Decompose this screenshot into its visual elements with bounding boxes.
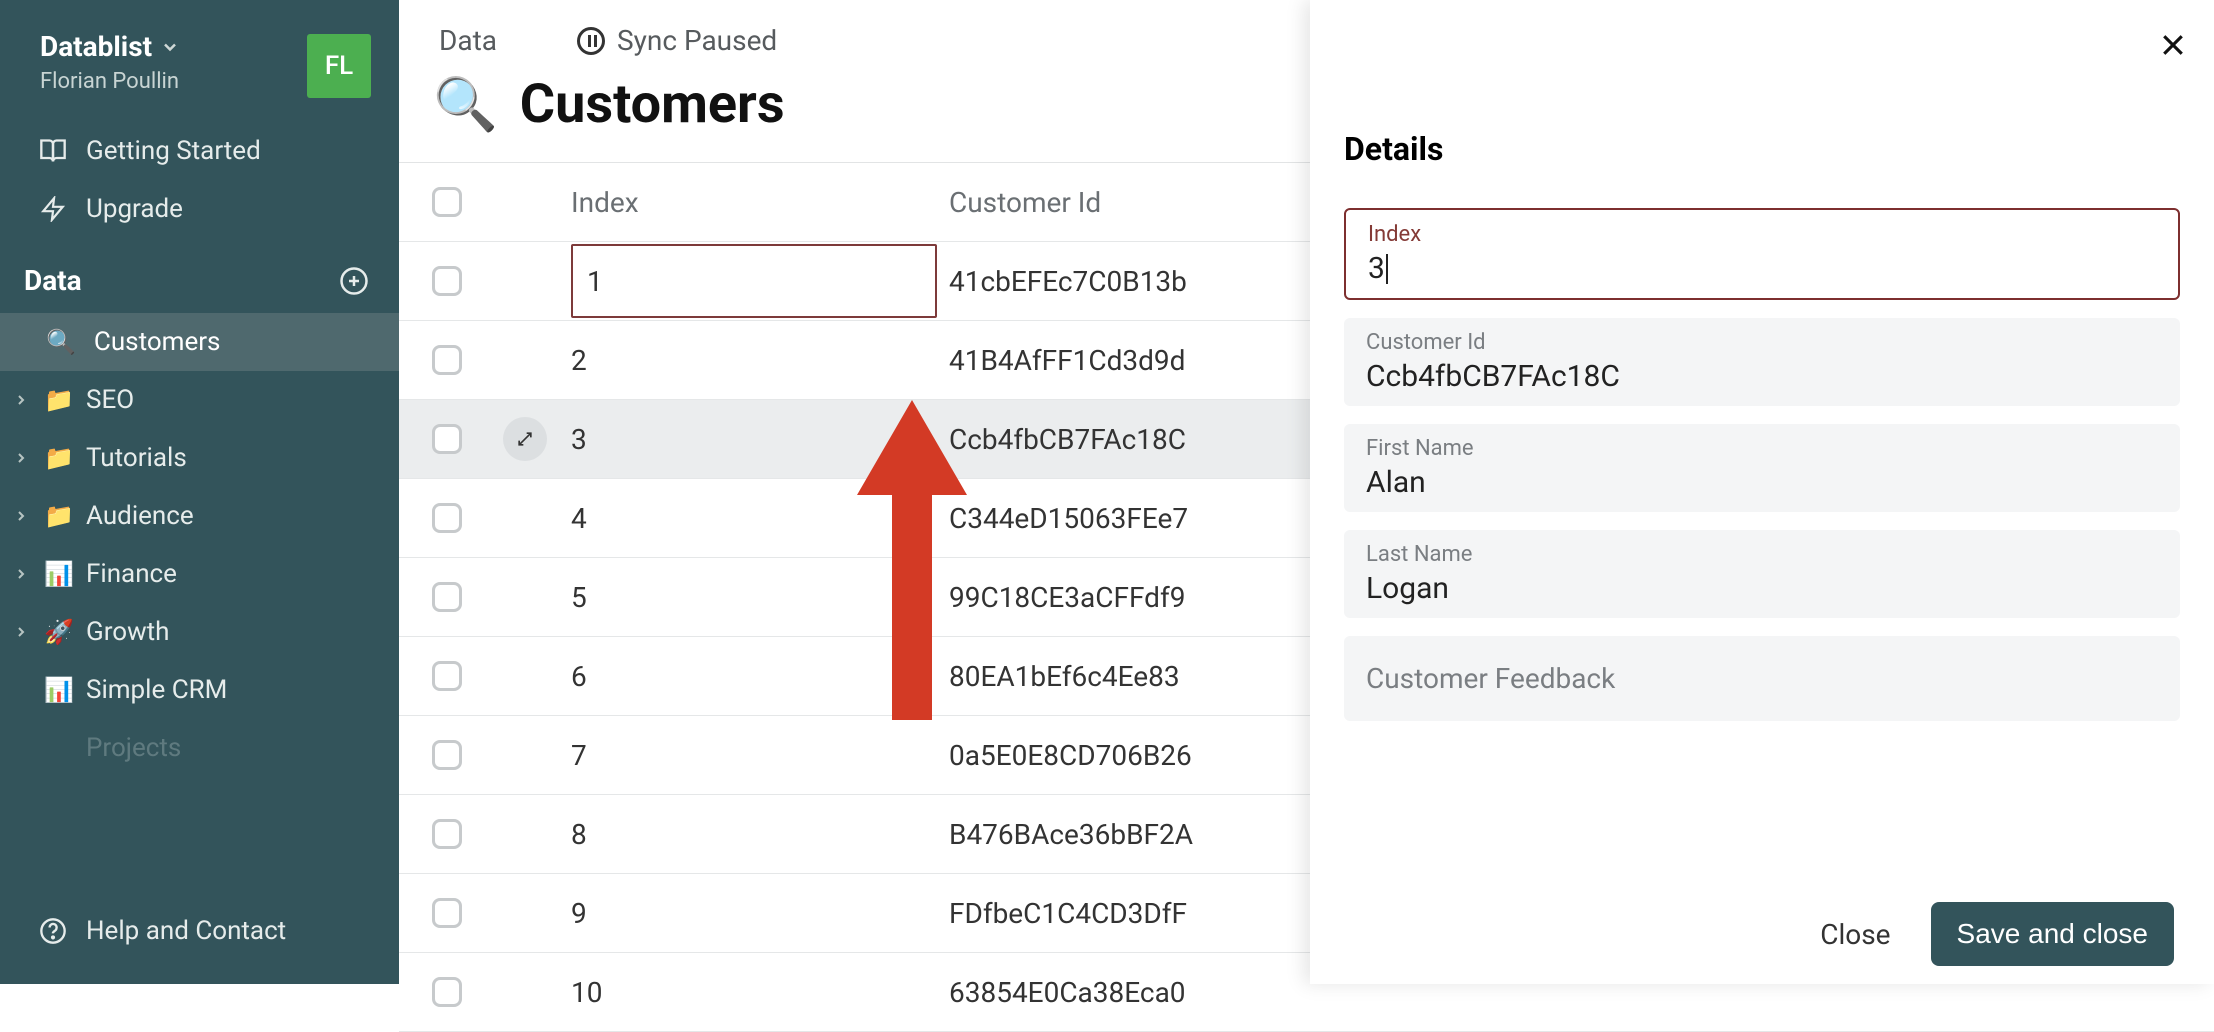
row-checkbox[interactable] bbox=[432, 661, 462, 691]
field-label: Index bbox=[1368, 222, 2156, 247]
sidebar-section-data: Data bbox=[0, 238, 399, 313]
folder-icon: 📁 bbox=[42, 444, 76, 472]
field-customer-feedback[interactable]: Customer Feedback bbox=[1344, 636, 2180, 721]
sidebar-item-label: Getting Started bbox=[86, 136, 261, 166]
folder-icon: 📊 bbox=[42, 560, 76, 588]
sidebar-item-label: Upgrade bbox=[86, 194, 183, 224]
field-last-name[interactable]: Last Name Logan bbox=[1344, 530, 2180, 618]
chevron-right-icon bbox=[10, 624, 32, 640]
sidebar-item-label: Customers bbox=[94, 327, 221, 357]
field-first-name[interactable]: First Name Alan bbox=[1344, 424, 2180, 512]
folder-icon: 📁 bbox=[42, 502, 76, 530]
page-title: Customers bbox=[520, 73, 785, 136]
page-emoji-icon: 🔍 bbox=[433, 74, 498, 135]
cell-index[interactable]: 5 bbox=[555, 581, 937, 614]
cell-index[interactable]: 9 bbox=[555, 897, 937, 930]
chevron-down-icon bbox=[160, 37, 180, 57]
select-all-checkbox[interactable] bbox=[432, 187, 462, 217]
save-and-close-button[interactable]: Save and close bbox=[1931, 902, 2174, 966]
field-index[interactable]: Index 3 bbox=[1344, 208, 2180, 300]
details-heading: Details bbox=[1344, 130, 2180, 168]
sidebar-folder-item[interactable]: 📁 Tutorials bbox=[0, 429, 399, 487]
row-checkbox[interactable] bbox=[432, 266, 462, 296]
field-placeholder: Customer Feedback bbox=[1366, 648, 2158, 709]
cell-index[interactable]: 8 bbox=[555, 818, 937, 851]
row-checkbox[interactable] bbox=[432, 424, 462, 454]
user-name: Florian Poullin bbox=[40, 69, 180, 94]
row-checkbox[interactable] bbox=[432, 898, 462, 928]
text-caret-icon bbox=[1386, 254, 1388, 284]
cell-index[interactable]: 4 bbox=[555, 502, 937, 535]
chevron-right-icon bbox=[10, 392, 32, 408]
row-checkbox[interactable] bbox=[432, 977, 462, 1007]
cell-index[interactable]: 7 bbox=[555, 739, 937, 772]
sidebar-folder-item[interactable]: 📊 Finance bbox=[0, 545, 399, 603]
sidebar-item-simple-crm[interactable]: 📊 Simple CRM bbox=[0, 661, 399, 719]
folder-icon: 🚀 bbox=[42, 618, 76, 646]
field-value: Logan bbox=[1366, 571, 2158, 606]
sidebar-item-label: Projects bbox=[86, 733, 181, 763]
sync-label: Sync Paused bbox=[617, 24, 777, 57]
help-icon bbox=[38, 917, 68, 945]
cell-index[interactable]: 2 bbox=[555, 344, 937, 377]
close-text-button[interactable]: Close bbox=[1820, 918, 1890, 951]
row-checkbox[interactable] bbox=[432, 740, 462, 770]
sidebar-item-help[interactable]: Help and Contact bbox=[0, 902, 399, 960]
sidebar-item-getting-started[interactable]: Getting Started bbox=[0, 122, 399, 180]
details-panel: Details Index 3 Customer Id Ccb4fbCB7FAc… bbox=[1310, 0, 2214, 984]
field-value: 3 bbox=[1368, 251, 1385, 286]
section-label: Data bbox=[24, 264, 82, 297]
sync-status[interactable]: Sync Paused bbox=[577, 24, 777, 57]
row-checkbox[interactable] bbox=[432, 503, 462, 533]
chart-icon: 📊 bbox=[42, 676, 76, 704]
book-icon bbox=[38, 137, 68, 165]
chevron-right-icon bbox=[10, 566, 32, 582]
sidebar-item-label: Audience bbox=[86, 501, 194, 531]
brand-name: Datablist bbox=[40, 30, 152, 63]
sidebar-item-label: Tutorials bbox=[86, 443, 187, 473]
sidebar-item-projects[interactable]: Projects bbox=[0, 719, 399, 777]
row-checkbox[interactable] bbox=[432, 819, 462, 849]
sidebar-folder-item[interactable]: 🚀 Growth bbox=[0, 603, 399, 661]
avatar[interactable]: FL bbox=[307, 34, 371, 98]
close-button[interactable] bbox=[2158, 30, 2188, 60]
bolt-icon bbox=[38, 196, 68, 222]
row-checkbox[interactable] bbox=[432, 345, 462, 375]
sidebar: Datablist Florian Poullin FL Getting Sta… bbox=[0, 0, 399, 984]
breadcrumb-data[interactable]: Data bbox=[439, 24, 497, 57]
main: Data Sync Paused 🔍 Customers Index Custo… bbox=[399, 0, 2214, 984]
panel-footer: Close Save and close bbox=[1344, 888, 2180, 966]
sidebar-item-customers[interactable]: 🔍 Customers bbox=[0, 313, 399, 371]
chevron-right-icon bbox=[10, 508, 32, 524]
field-label: Last Name bbox=[1366, 542, 2158, 567]
sidebar-item-label: SEO bbox=[86, 385, 134, 415]
column-header-index[interactable]: Index bbox=[555, 186, 937, 219]
sidebar-item-label: Finance bbox=[86, 559, 177, 589]
field-value: Alan bbox=[1366, 465, 2158, 500]
sidebar-folder-item[interactable]: 📁 Audience bbox=[0, 487, 399, 545]
pause-icon bbox=[577, 27, 605, 55]
cell-index-editing[interactable]: 1 bbox=[571, 244, 937, 318]
sidebar-item-upgrade[interactable]: Upgrade bbox=[0, 180, 399, 238]
row-checkbox[interactable] bbox=[432, 582, 462, 612]
field-label: Customer Id bbox=[1366, 330, 2158, 355]
sidebar-folder-item[interactable]: 📁 SEO bbox=[0, 371, 399, 429]
cell-index[interactable]: 3 bbox=[555, 423, 937, 456]
chevron-right-icon bbox=[10, 450, 32, 466]
sidebar-header: Datablist Florian Poullin FL bbox=[0, 20, 399, 122]
field-value: Ccb4fbCB7FAc18C bbox=[1366, 359, 2158, 394]
expand-row-button[interactable] bbox=[503, 417, 547, 461]
sidebar-item-label: Simple CRM bbox=[86, 675, 227, 705]
field-customer-id[interactable]: Customer Id Ccb4fbCB7FAc18C bbox=[1344, 318, 2180, 406]
cell-index[interactable]: 10 bbox=[555, 976, 937, 1009]
sidebar-item-label: Help and Contact bbox=[86, 916, 286, 946]
cell-index[interactable]: 6 bbox=[555, 660, 937, 693]
folder-icon: 📁 bbox=[42, 386, 76, 414]
sidebar-item-label: Growth bbox=[86, 617, 169, 647]
field-label: First Name bbox=[1366, 436, 2158, 461]
search-icon: 🔍 bbox=[46, 328, 76, 356]
workspace-switcher[interactable]: Datablist bbox=[40, 30, 180, 63]
add-collection-button[interactable] bbox=[339, 266, 369, 296]
